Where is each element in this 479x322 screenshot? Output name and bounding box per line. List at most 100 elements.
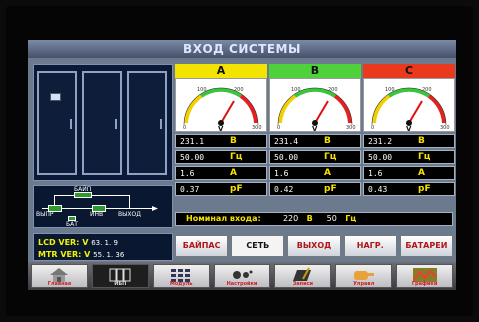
phase-header: C	[363, 64, 455, 78]
nav-home-button[interactable]: Главная	[31, 264, 88, 288]
nominal-voltage-unit: В	[306, 214, 313, 223]
nav-records-button[interactable]: Записи	[274, 264, 332, 288]
output-label: ВЫХОД	[118, 211, 141, 218]
current-value: 1.6	[180, 168, 195, 178]
tab-load[interactable]: НАГР.	[343, 235, 397, 257]
cabinet-lcd	[50, 93, 61, 101]
gauge-tick-0: 0	[183, 125, 186, 131]
frequency-value: 50.00	[368, 152, 393, 162]
power-factor-value: 0.37	[180, 184, 200, 194]
voltage-value: 231.2	[368, 136, 393, 146]
power-factor-row: 0.42 pF	[269, 182, 361, 196]
voltage-gauge: 0 100 200 300 V	[269, 78, 361, 132]
voltage-unit: В	[324, 136, 331, 146]
door-handle	[160, 119, 162, 129]
current-row: 1.6 A	[269, 166, 361, 180]
phase-column-b: B 0 100 200 300 V 231.4 В 50.00 Гц 1.6 A 0.42 p…	[269, 64, 361, 196]
nav-graphs-button[interactable]: Графики	[396, 264, 454, 288]
voltage-unit: В	[230, 136, 237, 146]
power-factor-row: 0.37 pF	[175, 182, 267, 196]
bypass-label: БАЙП	[74, 186, 92, 193]
power-factor-unit: pF	[418, 184, 431, 194]
nav-module-button[interactable]: Модуль	[152, 264, 210, 288]
nav-home-label: Главная	[47, 281, 72, 287]
power-factor-unit: pF	[230, 184, 243, 194]
gauge-unit: V	[312, 125, 318, 131]
gauge-unit: V	[218, 125, 224, 131]
gauge-tick-200: 200	[422, 87, 432, 93]
tab-mains[interactable]: СЕТЬ	[231, 235, 285, 257]
power-factor-value: 0.43	[368, 184, 388, 194]
gauge-tick-300: 300	[440, 125, 450, 131]
power-factor-row: 0.43 pF	[363, 182, 455, 196]
nav-ups-button[interactable]: ИБП	[91, 264, 149, 288]
nav-graphs-label: Графики	[411, 281, 438, 287]
nav-settings-label: Настройки	[226, 281, 258, 287]
current-unit: A	[230, 168, 237, 178]
voltage-row: 231.2 В	[363, 134, 455, 148]
phase-header: B	[269, 64, 361, 78]
voltage-gauge: 0 100 200 300 V	[175, 78, 267, 132]
gauge-tick-200: 200	[234, 87, 244, 93]
frequency-row: 50.00 Гц	[269, 150, 361, 164]
current-value: 1.6	[274, 168, 289, 178]
gauge-unit: V	[406, 125, 412, 131]
gauge-tick-300: 300	[346, 125, 356, 131]
door-handle	[70, 119, 72, 129]
frequency-unit: Гц	[418, 152, 431, 162]
gauge-tick-200: 200	[328, 87, 338, 93]
bottom-navigation: Главная ИБП Модуль Настройки Записи Упра…	[28, 262, 456, 290]
gauge-tick-0: 0	[371, 125, 374, 131]
phase-header: A	[175, 64, 267, 78]
lcd-version-label: LCD VER: V	[38, 238, 89, 247]
frequency-row: 50.00 Гц	[363, 150, 455, 164]
version-info: LCD VER: V 63. 1. 9 MTR VER: V 55. 1. 36	[33, 233, 173, 261]
mtr-version-label: MTR VER: V	[38, 250, 91, 259]
nav-module-label: Модуль	[169, 281, 193, 287]
one-line-diagram: БАЙП ВЫПР ИНВ ВЫХОД БАТ	[33, 185, 173, 228]
tab-output[interactable]: ВЫХОД	[287, 235, 341, 257]
nominal-frequency-unit: Гц	[345, 214, 357, 223]
gauge-tick-300: 300	[252, 125, 262, 131]
nav-control-button[interactable]: Управл	[335, 264, 393, 288]
voltage-value: 231.1	[180, 136, 205, 146]
current-value: 1.6	[368, 168, 383, 178]
current-unit: A	[418, 168, 425, 178]
nav-records-label: Записи	[292, 281, 314, 287]
voltage-row: 231.1 В	[175, 134, 267, 148]
nominal-label: Номинал входа:	[186, 214, 261, 223]
cabinet-door-3	[127, 71, 167, 175]
tab-batteries[interactable]: БАТАРЕИ	[399, 235, 454, 257]
mtr-version-value: 55. 1. 36	[93, 251, 125, 259]
battery-label: БАТ	[66, 221, 78, 228]
current-row: 1.6 A	[363, 166, 455, 180]
inverter-label: ИНВ	[90, 211, 104, 218]
voltage-value: 231.4	[274, 136, 299, 146]
current-unit: A	[324, 168, 331, 178]
frequency-unit: Гц	[324, 152, 337, 162]
power-factor-unit: pF	[324, 184, 337, 194]
cabinet-door-2	[82, 71, 122, 175]
ups-cabinet-image	[33, 64, 173, 181]
source-tabs: БАЙПАС СЕТЬ ВЫХОД НАГР. БАТАРЕИ	[175, 235, 454, 257]
power-factor-value: 0.42	[274, 184, 294, 194]
frequency-unit: Гц	[230, 152, 243, 162]
nav-ups-label: ИБП	[114, 281, 127, 287]
rectifier-label: ВЫПР	[36, 211, 54, 218]
cabinet-door-1	[37, 71, 77, 175]
tab-bypass[interactable]: БАЙПАС	[175, 235, 229, 257]
gauge-tick-0: 0	[277, 125, 280, 131]
frequency-value: 50.00	[274, 152, 299, 162]
phase-column-c: C 0 100 200 300 V 231.2 В 50.00 Гц 1.6 A 0.43 p…	[363, 64, 455, 196]
frequency-value: 50.00	[180, 152, 205, 162]
gauge-tick-100: 100	[385, 87, 395, 93]
page-title: ВХОД СИСТЕМЫ	[28, 40, 456, 58]
nav-settings-button[interactable]: Настройки	[213, 264, 271, 288]
voltage-gauge: 0 100 200 300 V	[363, 78, 455, 132]
nominal-frequency: 50	[326, 214, 337, 223]
gauge-tick-100: 100	[197, 87, 207, 93]
nominal-input: Номинал входа: 220 В 50 Гц	[175, 212, 453, 226]
current-row: 1.6 A	[175, 166, 267, 180]
nav-control-label: Управл	[353, 281, 375, 287]
voltage-row: 231.4 В	[269, 134, 361, 148]
